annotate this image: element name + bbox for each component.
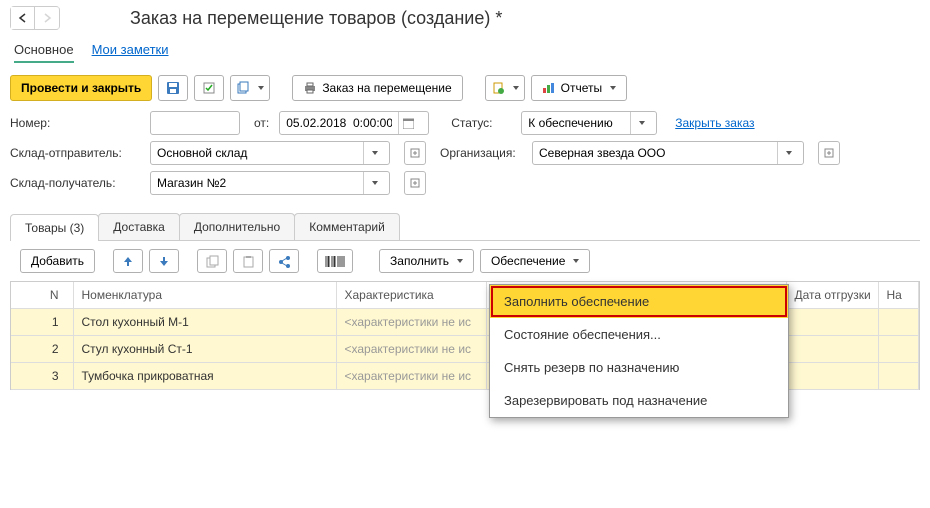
tab-extra[interactable]: Дополнительно	[179, 213, 295, 240]
arrow-up-icon	[122, 255, 134, 267]
date-input[interactable]	[280, 112, 398, 134]
sender-input[interactable]	[151, 142, 363, 164]
supply-menu: Заполнить обеспечение Состояние обеспече…	[489, 284, 789, 418]
status-label: Статус:	[451, 116, 511, 130]
chevron-down-icon	[513, 86, 519, 90]
post-icon	[202, 81, 216, 95]
docs-icon	[236, 81, 250, 95]
chevron-down-icon	[457, 259, 463, 263]
chevron-down-icon	[610, 86, 616, 90]
chevron-down-icon	[573, 259, 579, 263]
supply-label: Обеспечение	[491, 254, 565, 268]
menu-fill-supply[interactable]: Заполнить обеспечение	[490, 285, 788, 318]
barcode-button[interactable]	[317, 249, 353, 273]
print-order-label: Заказ на перемещение	[322, 81, 451, 95]
paste-button[interactable]	[233, 249, 263, 273]
reports-label: Отчеты	[561, 81, 602, 95]
subtab-notes[interactable]: Мои заметки	[92, 42, 169, 63]
copy-icon	[206, 255, 219, 268]
close-order-link[interactable]: Закрыть заказ	[675, 116, 754, 130]
fill-label: Заполнить	[390, 254, 449, 268]
post-button[interactable]	[194, 75, 224, 101]
print-order-button[interactable]: Заказ на перемещение	[292, 75, 462, 101]
tab-goods[interactable]: Товары (3)	[10, 214, 99, 241]
org-label: Организация:	[440, 146, 522, 160]
cell-ship-date	[786, 363, 878, 390]
cell-n: 2	[11, 336, 73, 363]
cell-item: Тумбочка прикроватная	[73, 363, 336, 390]
org-input[interactable]	[533, 142, 777, 164]
copy-button[interactable]	[197, 249, 227, 273]
org-field[interactable]	[532, 141, 804, 165]
date-field[interactable]	[279, 111, 429, 135]
col-item[interactable]: Номенклатура	[73, 282, 336, 309]
calendar-icon[interactable]	[398, 112, 418, 134]
cell-char: <характеристики не ис	[336, 336, 486, 363]
cell-n: 3	[11, 363, 73, 390]
supply-button[interactable]: Обеспечение	[480, 249, 590, 273]
number-field[interactable]	[150, 111, 240, 135]
related-docs-button[interactable]	[230, 75, 270, 101]
fill-button[interactable]: Заполнить	[379, 249, 474, 273]
col-next[interactable]: На	[878, 282, 919, 309]
cell-char: <характеристики не ис	[336, 309, 486, 336]
number-label: Номер:	[10, 116, 140, 130]
move-down-button[interactable]	[149, 249, 179, 273]
arrow-down-icon	[158, 255, 170, 267]
add-row-button[interactable]: Добавить	[20, 249, 95, 273]
forward-button[interactable]	[35, 7, 59, 29]
org-open-icon[interactable]	[818, 141, 840, 165]
sender-field[interactable]	[150, 141, 390, 165]
chart-icon	[542, 82, 556, 94]
move-up-button[interactable]	[113, 249, 143, 273]
col-ship-date[interactable]: Дата отгрузки	[786, 282, 878, 309]
org-dropdown-icon[interactable]	[777, 142, 797, 164]
cell-n: 1	[11, 309, 73, 336]
receiver-field[interactable]	[150, 171, 390, 195]
sender-open-icon[interactable]	[404, 141, 426, 165]
cell-ship-date	[786, 336, 878, 363]
cell-next	[878, 363, 919, 390]
tab-delivery[interactable]: Доставка	[98, 213, 180, 240]
menu-release-reserve[interactable]: Снять резерв по назначению	[490, 351, 788, 384]
receiver-input[interactable]	[151, 172, 363, 194]
back-button[interactable]	[11, 7, 35, 29]
history-nav	[10, 6, 60, 30]
save-icon	[166, 81, 180, 95]
cell-char: <характеристики не ис	[336, 363, 486, 390]
cell-item: Стол кухонный М-1	[73, 309, 336, 336]
col-char[interactable]: Характеристика	[336, 282, 486, 309]
submit-close-button[interactable]: Провести и закрыть	[10, 75, 152, 101]
tab-comment[interactable]: Комментарий	[294, 213, 400, 240]
receiver-open-icon[interactable]	[404, 171, 426, 195]
printer-icon	[303, 82, 317, 94]
reports-button[interactable]: Отчеты	[531, 75, 627, 101]
cell-item: Стул кухонный Ст-1	[73, 336, 336, 363]
chevron-down-icon	[258, 86, 264, 90]
cell-next	[878, 309, 919, 336]
cell-next	[878, 336, 919, 363]
menu-supply-state[interactable]: Состояние обеспечения...	[490, 318, 788, 351]
from-label: от:	[254, 116, 269, 130]
receiver-dropdown-icon[interactable]	[363, 172, 383, 194]
col-n[interactable]: N	[11, 282, 73, 309]
paste-icon	[242, 255, 255, 268]
subtab-main[interactable]: Основное	[14, 42, 74, 63]
menu-reserve[interactable]: Зарезервировать под назначение	[490, 384, 788, 417]
share-button[interactable]	[269, 249, 299, 273]
receiver-label: Склад-получатель:	[10, 176, 140, 190]
page-title: Заказ на перемещение товаров (создание) …	[70, 8, 502, 29]
sender-dropdown-icon[interactable]	[363, 142, 383, 164]
sender-label: Склад-отправитель:	[10, 146, 140, 160]
save-button[interactable]	[158, 75, 188, 101]
barcode-icon	[325, 255, 345, 268]
cell-ship-date	[786, 309, 878, 336]
share-icon	[278, 255, 291, 268]
status-input[interactable]	[522, 112, 630, 134]
attach-icon	[491, 81, 505, 95]
attach-button[interactable]	[485, 75, 525, 101]
status-field[interactable]	[521, 111, 657, 135]
status-dropdown-icon[interactable]	[630, 112, 650, 134]
